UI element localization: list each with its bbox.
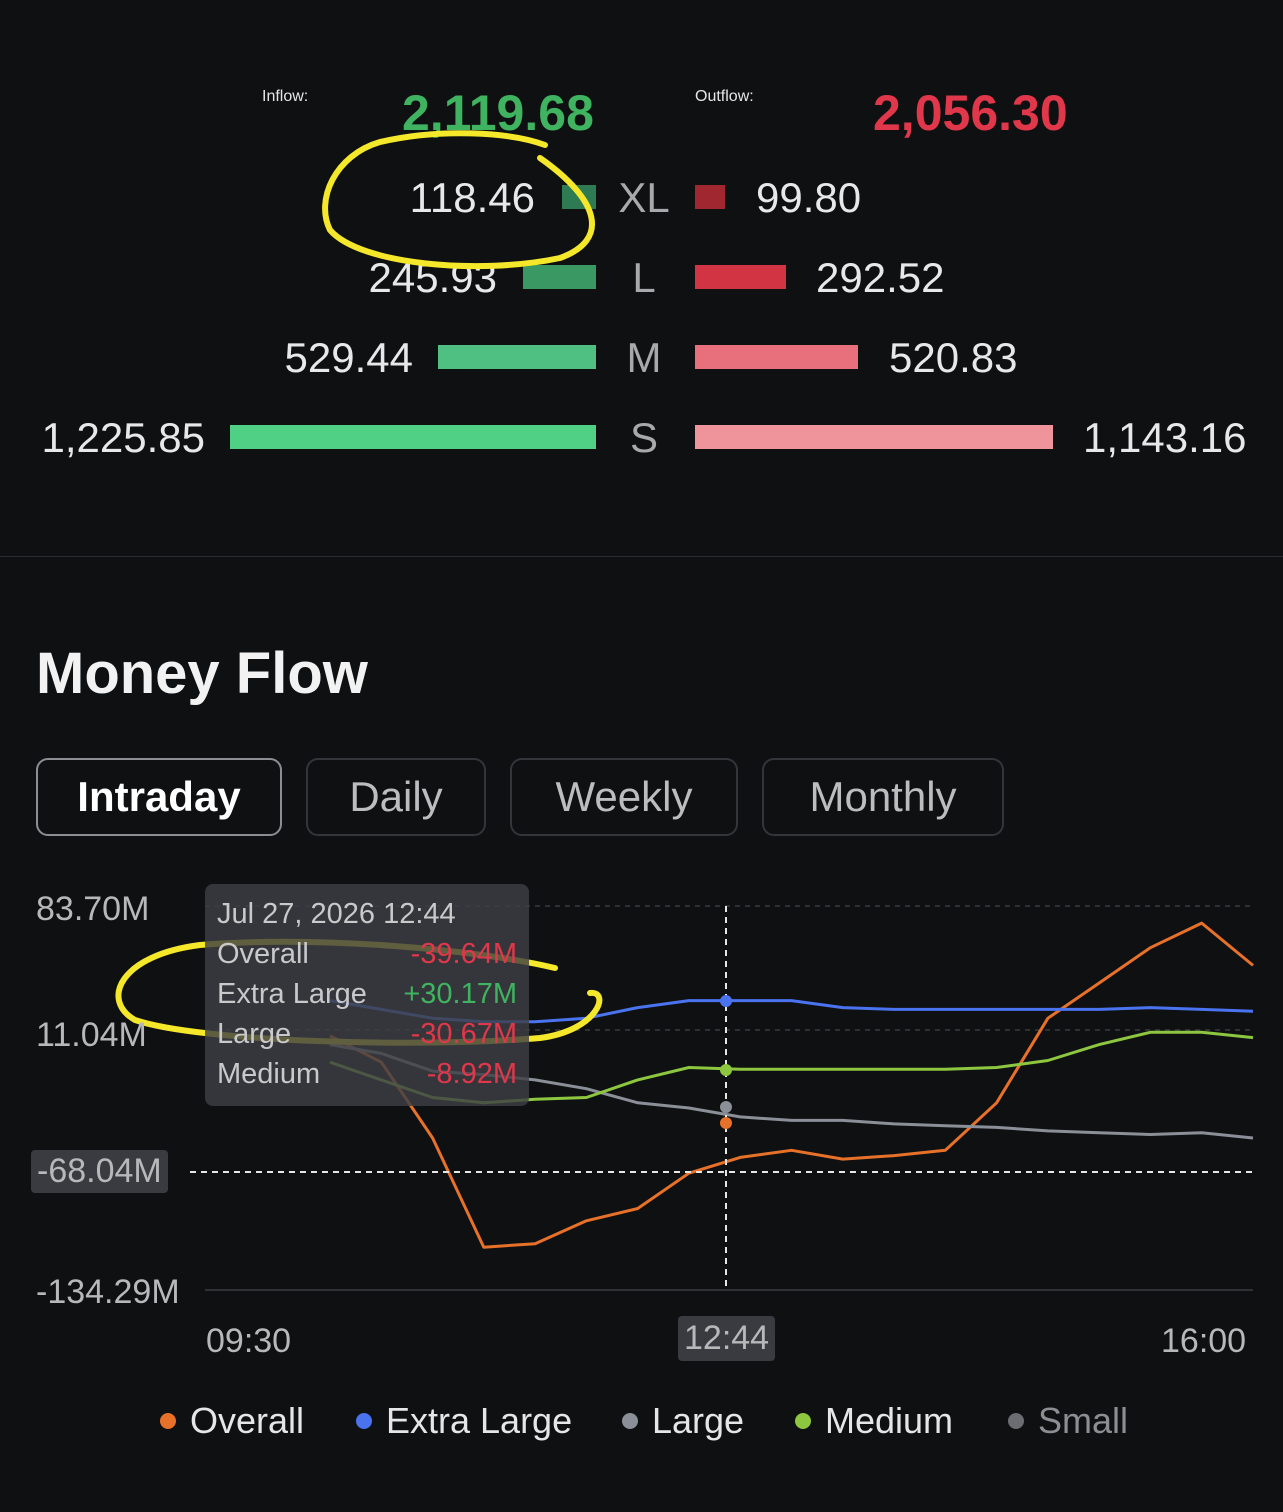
tooltip-value: +30.17M [403,978,517,1010]
legend-dot [160,1413,176,1429]
y-tick-top: 83.70M [36,890,150,928]
legend-small[interactable]: Small [1008,1400,1128,1442]
crosshair-point [720,1101,732,1113]
money-flow-chart[interactable] [0,0,1283,1512]
legend-label: Medium [825,1400,954,1441]
legend-label: Extra Large [386,1400,573,1441]
tooltip-value: -39.64M [410,938,517,970]
legend-extra-large[interactable]: Extra Large [356,1400,572,1442]
tooltip-name: Large [217,1018,292,1050]
crosshair-point [720,1117,732,1129]
tooltip-row-large: Large -30.67M [217,1018,517,1051]
annotation-circle-1 [322,130,595,270]
y-tick-mid: 11.04M [36,1016,147,1054]
x-tick-end: 16:00 [1161,1322,1247,1360]
chart-tooltip: Jul 27, 2026 12:44 Overall -39.64M Extra… [205,884,529,1106]
legend-dot [1008,1413,1024,1429]
tooltip-row-medium: Medium -8.92M [217,1058,517,1091]
legend-large[interactable]: Large [622,1400,744,1442]
crosshair-point [720,995,732,1007]
legend-label: Small [1038,1400,1129,1441]
y-tick-bottom: -134.29M [36,1273,180,1311]
tooltip-value: -8.92M [426,1058,517,1090]
y-cursor-label: -68.04M [31,1150,168,1193]
tooltip-name: Medium [217,1058,321,1090]
legend-dot [795,1413,811,1429]
legend-dot [622,1413,638,1429]
tooltip-name: Overall [217,938,309,970]
tooltip-row-extra-large: Extra Large +30.17M [217,978,517,1011]
tooltip-row-overall: Overall -39.64M [217,938,517,971]
legend-label: Large [652,1400,745,1441]
legend-dot [356,1413,372,1429]
legend-medium[interactable]: Medium [795,1400,953,1442]
chart-legend: Overall Extra Large Large Medium Small [0,1400,1283,1450]
x-cursor-label: 12:44 [678,1316,776,1361]
legend-label: Overall [190,1400,305,1441]
crosshair-point [720,1064,732,1076]
tooltip-value: -30.67M [410,1018,517,1050]
legend-overall[interactable]: Overall [160,1400,304,1442]
tooltip-date: Jul 27, 2026 12:44 [217,898,456,930]
tooltip-name: Extra Large [217,978,367,1010]
x-tick-start: 09:30 [206,1322,292,1360]
